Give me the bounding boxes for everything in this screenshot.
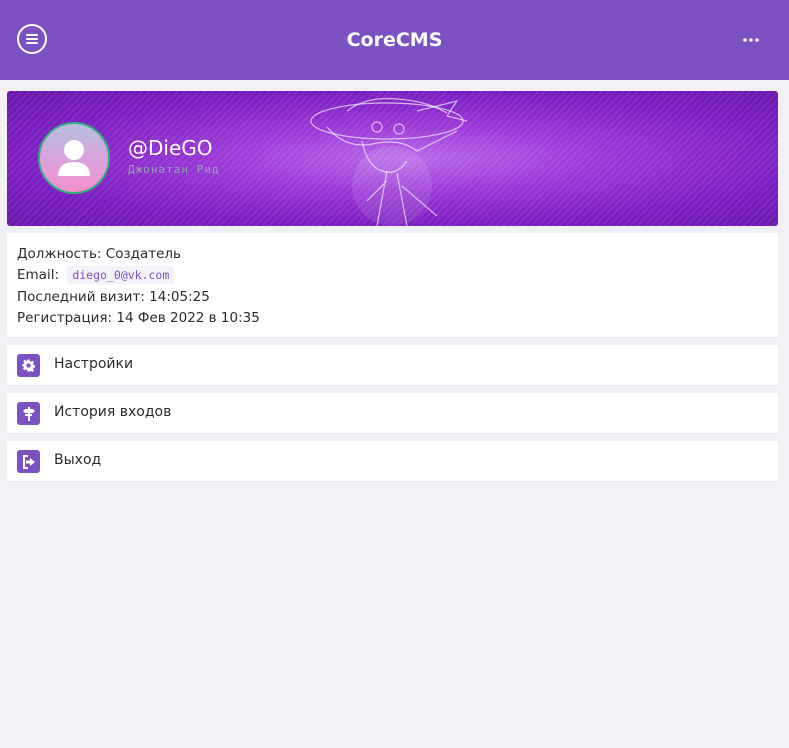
email-value: diego_0@vk.com (67, 266, 175, 285)
last-visit-label: Последний визит: (17, 288, 145, 305)
last-visit-value: 14:05:25 (149, 288, 210, 305)
position-value: Создатель (105, 246, 182, 262)
top-header: CoreCMS (0, 0, 789, 80)
menu-item-login-history[interactable]: История входов (7, 393, 778, 433)
profile-full-name: Джонатан Рид (128, 163, 220, 176)
banner-artwork (310, 97, 468, 226)
email-row: Email: diego_0@vk.com (17, 265, 768, 286)
avatar (38, 122, 110, 194)
registration-row: Регистрация: 14 Фев 2022 в 10:35 (17, 308, 768, 329)
menu-item-label: Настройки (54, 356, 134, 372)
history-icon (22, 406, 35, 421)
gear-icon (22, 359, 35, 372)
menu-item-label: Выход (54, 452, 102, 468)
more-dots-icon (743, 38, 759, 42)
app-title: CoreCMS (346, 29, 443, 51)
settings-icon-box (17, 354, 40, 377)
profile-info-card: Должность: Создатель Email: diego_0@vk.c… (7, 233, 778, 337)
user-icon (58, 140, 90, 176)
profile-banner: @DieGO Джонатан Рид (7, 91, 778, 226)
position-label: Должность: (17, 246, 102, 262)
history-icon-box (17, 402, 40, 425)
menu-item-settings[interactable]: Настройки (7, 345, 778, 385)
menu-item-label: История входов (54, 404, 172, 420)
more-options-button[interactable] (740, 31, 762, 49)
last-visit-row: Последний визит: 14:05:25 (17, 287, 768, 308)
profile-username: @DieGO (128, 136, 213, 160)
email-label: Email: (17, 267, 60, 284)
registration-value: 14 Фев 2022 в 10:35 (116, 309, 260, 326)
registration-label: Регистрация: (17, 309, 113, 326)
position-row: Должность: Создатель (17, 244, 768, 265)
logout-icon (22, 454, 35, 469)
menu-item-logout[interactable]: Выход (7, 441, 778, 481)
logout-icon-box (17, 450, 40, 473)
